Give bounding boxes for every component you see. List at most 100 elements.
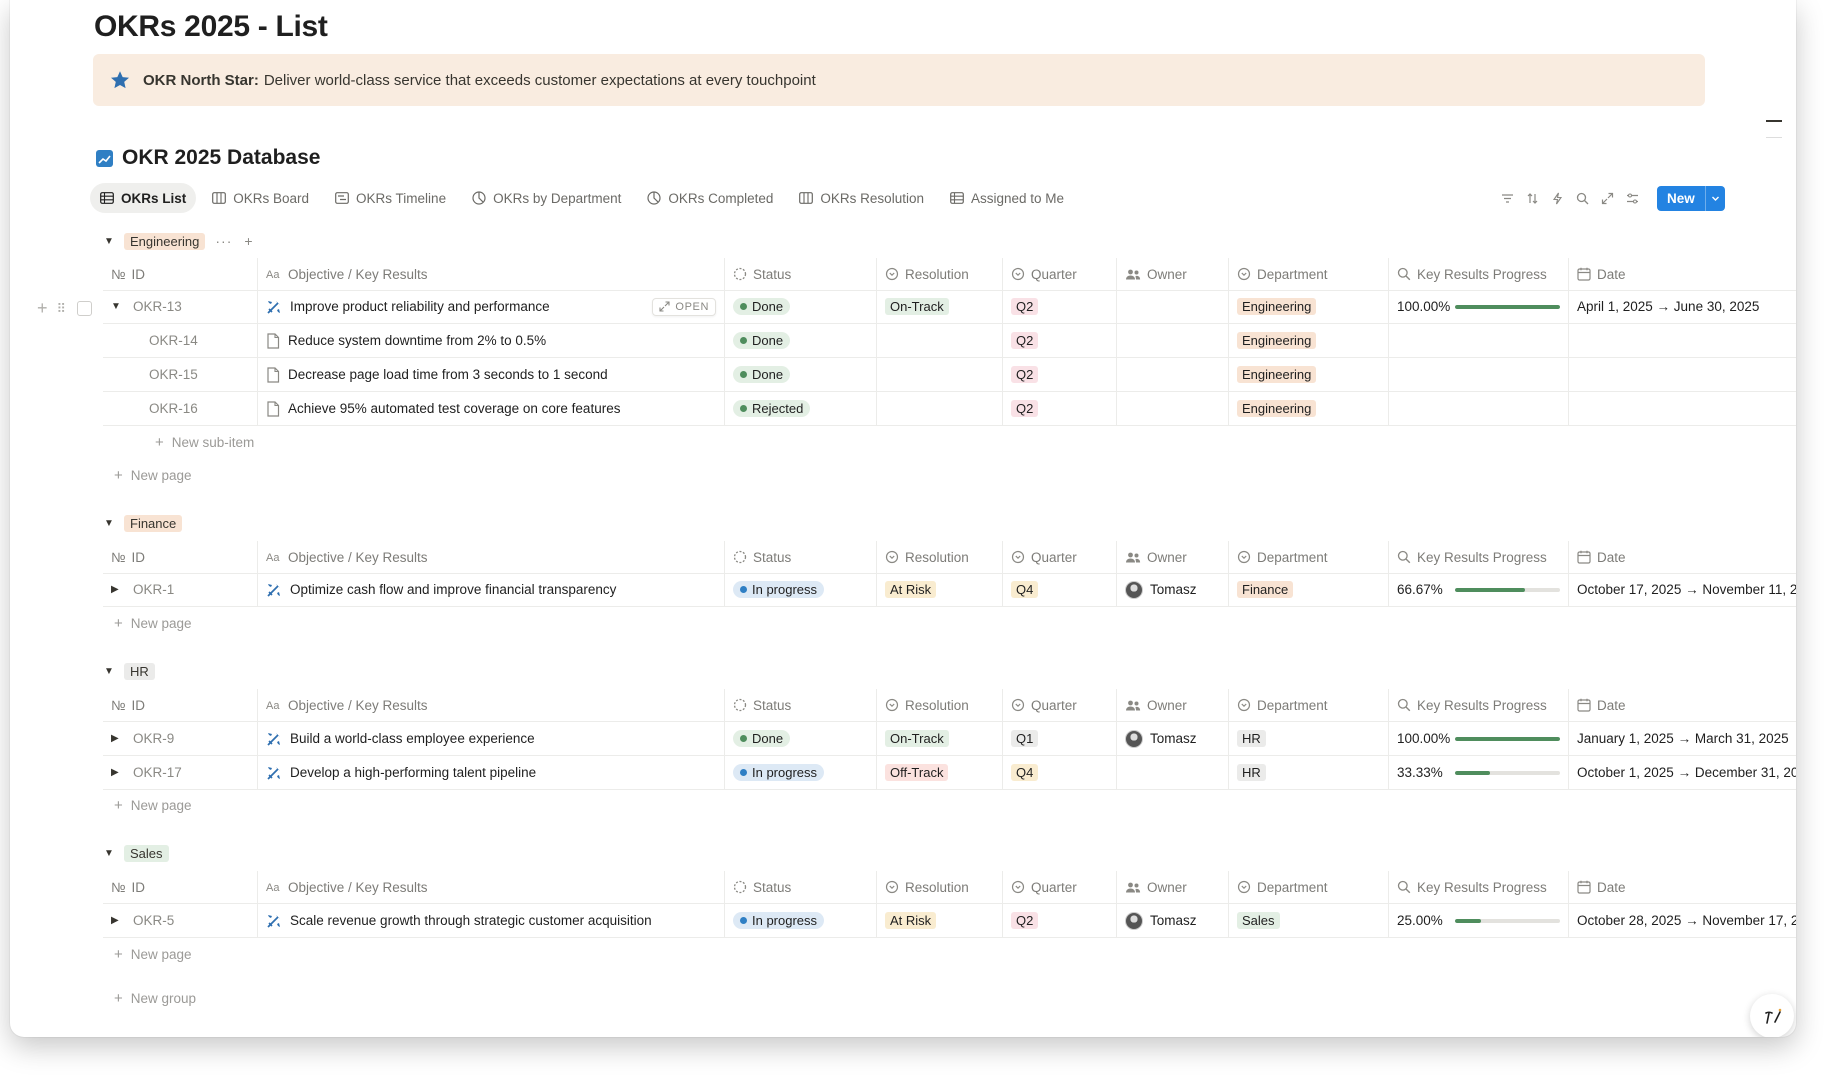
objective-title[interactable]: Reduce system downtime from 2% to 0.5% (288, 333, 546, 348)
chevron-right-icon[interactable]: ▶ (111, 767, 121, 778)
column-header-resolution[interactable]: Resolution (877, 689, 1003, 721)
column-header-owner[interactable]: Owner (1117, 258, 1229, 290)
column-header-date[interactable]: Date (1569, 258, 1796, 290)
chevron-down-icon[interactable] (1704, 186, 1725, 211)
column-header-date[interactable]: Date (1569, 871, 1796, 903)
group-header-hr[interactable]: ▼ HR (104, 660, 155, 682)
column-header-owner[interactable]: Owner (1117, 871, 1229, 903)
department-cell[interactable]: Engineering (1229, 358, 1389, 391)
chevron-right-icon[interactable]: ▶ (111, 584, 121, 595)
open-button[interactable]: OPEN (652, 297, 716, 316)
column-header-id[interactable]: № ID (103, 541, 258, 573)
status-cell[interactable]: In progress (725, 573, 877, 606)
date-cell[interactable]: October 28, 2025 → November 17, 20 (1569, 904, 1796, 937)
chevron-down-icon[interactable]: ▼ (111, 301, 121, 312)
resolution-cell[interactable] (877, 324, 1003, 357)
new-page-button[interactable]: + New page (114, 946, 192, 963)
collapse-toggle-icon[interactable]: ▼ (104, 666, 116, 677)
date-cell[interactable] (1569, 358, 1796, 391)
objective-cell[interactable]: Improve product reliability and performa… (258, 290, 725, 323)
date-cell[interactable] (1569, 324, 1796, 357)
objective-title[interactable]: Achieve 95% automated test coverage on c… (288, 401, 620, 416)
objective-cell[interactable]: Optimize cash flow and improve financial… (258, 573, 725, 606)
more-options-icon[interactable]: ··· (215, 233, 232, 249)
owner-cell[interactable] (1117, 324, 1229, 357)
objective-cell[interactable]: Build a world-class employee experience (258, 722, 725, 755)
quarter-cell[interactable]: Q2 (1003, 358, 1117, 391)
tab-okrs-timeline[interactable]: OKRs Timeline (325, 183, 456, 213)
table-row[interactable]: ▼ OKR-13 Improve product reliability and p… (103, 290, 1796, 324)
group-header-engineering[interactable]: ▼ Engineering ··· + (104, 230, 254, 252)
column-header-objective[interactable]: Aa Objective / Key Results (258, 871, 725, 903)
column-header-status[interactable]: Status (725, 258, 877, 290)
column-header-date[interactable]: Date (1569, 689, 1796, 721)
status-cell[interactable]: In progress (725, 904, 877, 937)
quarter-cell[interactable]: Q2 (1003, 324, 1117, 357)
date-cell[interactable]: October 17, 2025 → November 11, 20 (1569, 573, 1796, 606)
column-header-department[interactable]: Department (1229, 689, 1389, 721)
group-header-finance[interactable]: ▼ Finance (104, 512, 183, 534)
owner-cell[interactable] (1117, 756, 1229, 789)
owner-cell[interactable] (1117, 290, 1229, 323)
objective-title[interactable]: Build a world-class employee experience (290, 731, 535, 746)
column-header-resolution[interactable]: Resolution (877, 258, 1003, 290)
objective-cell[interactable]: Scale revenue growth through strategic c… (258, 904, 725, 937)
add-group-item-icon[interactable]: + (244, 233, 253, 249)
tab-okrs-resolution[interactable]: OKRs Resolution (789, 183, 934, 213)
row-checkbox[interactable] (77, 301, 93, 316)
column-header-progress[interactable]: Key Results Progress (1389, 258, 1569, 290)
objective-title[interactable]: Decrease page load time from 3 seconds t… (288, 367, 608, 382)
resolution-cell[interactable]: On-Track (877, 722, 1003, 755)
quarter-cell[interactable]: Q2 (1003, 290, 1117, 323)
column-header-progress[interactable]: Key Results Progress (1389, 541, 1569, 573)
database-title[interactable]: OKR 2025 Database (96, 146, 320, 170)
tab-okrs-by-department[interactable]: OKRs by Department (462, 183, 631, 213)
status-cell[interactable]: In progress (725, 756, 877, 789)
search-icon[interactable] (1570, 186, 1595, 211)
column-header-quarter[interactable]: Quarter (1003, 258, 1117, 290)
objective-cell[interactable]: Achieve 95% automated test coverage on c… (258, 392, 725, 425)
collapse-toggle-icon[interactable]: ▼ (104, 848, 116, 859)
help-button[interactable] (1750, 994, 1794, 1037)
status-cell[interactable]: Done (725, 722, 877, 755)
new-page-button[interactable]: + New page (114, 467, 192, 484)
quarter-cell[interactable]: Q2 (1003, 392, 1117, 425)
owner-cell[interactable]: Tomasz (1117, 722, 1229, 755)
objective-title[interactable]: Scale revenue growth through strategic c… (290, 913, 652, 928)
resolution-cell[interactable]: At Risk (877, 573, 1003, 606)
date-cell[interactable]: April 1, 2025 → June 30, 2025 (1569, 290, 1796, 323)
column-header-objective[interactable]: Aa Objective / Key Results (258, 541, 725, 573)
column-header-progress[interactable]: Key Results Progress (1389, 871, 1569, 903)
table-row[interactable]: ▶ OKR-17 Develop a high-performing talent … (103, 756, 1796, 790)
tab-okrs-completed[interactable]: OKRs Completed (637, 183, 783, 213)
quarter-cell[interactable]: Q1 (1003, 722, 1117, 755)
status-cell[interactable]: Done (725, 324, 877, 357)
table-row[interactable]: OKR-15 Decrease page load time from 3 sec… (103, 358, 1796, 392)
column-header-quarter[interactable]: Quarter (1003, 871, 1117, 903)
quarter-cell[interactable]: Q4 (1003, 573, 1117, 606)
objective-cell[interactable]: Decrease page load time from 3 seconds t… (258, 358, 725, 391)
status-cell[interactable]: Done (725, 290, 877, 323)
resolution-cell[interactable]: At Risk (877, 904, 1003, 937)
column-header-id[interactable]: № ID (103, 258, 258, 290)
owner-cell[interactable]: Tomasz (1117, 904, 1229, 937)
column-header-resolution[interactable]: Resolution (877, 541, 1003, 573)
chevron-right-icon[interactable]: ▶ (111, 915, 121, 926)
column-header-owner[interactable]: Owner (1117, 689, 1229, 721)
new-button-label[interactable]: New (1657, 186, 1705, 211)
collapse-toggle-icon[interactable]: ▼ (104, 518, 116, 529)
date-cell[interactable]: January 1, 2025 → March 31, 2025 (1569, 722, 1796, 755)
group-header-sales[interactable]: ▼ Sales (104, 842, 169, 864)
objective-cell[interactable]: Reduce system downtime from 2% to 0.5% (258, 324, 725, 357)
chevron-right-icon[interactable]: ▶ (111, 733, 121, 744)
owner-cell[interactable] (1117, 358, 1229, 391)
status-cell[interactable]: Rejected (725, 392, 877, 425)
table-row[interactable]: OKR-16 Achieve 95% automated test coverag… (103, 392, 1796, 426)
settings-icon[interactable] (1620, 186, 1645, 211)
quarter-cell[interactable]: Q4 (1003, 756, 1117, 789)
column-header-quarter[interactable]: Quarter (1003, 689, 1117, 721)
owner-cell[interactable]: Tomasz (1117, 573, 1229, 606)
column-header-department[interactable]: Department (1229, 258, 1389, 290)
column-header-quarter[interactable]: Quarter (1003, 541, 1117, 573)
resolution-cell[interactable]: Off-Track (877, 756, 1003, 789)
